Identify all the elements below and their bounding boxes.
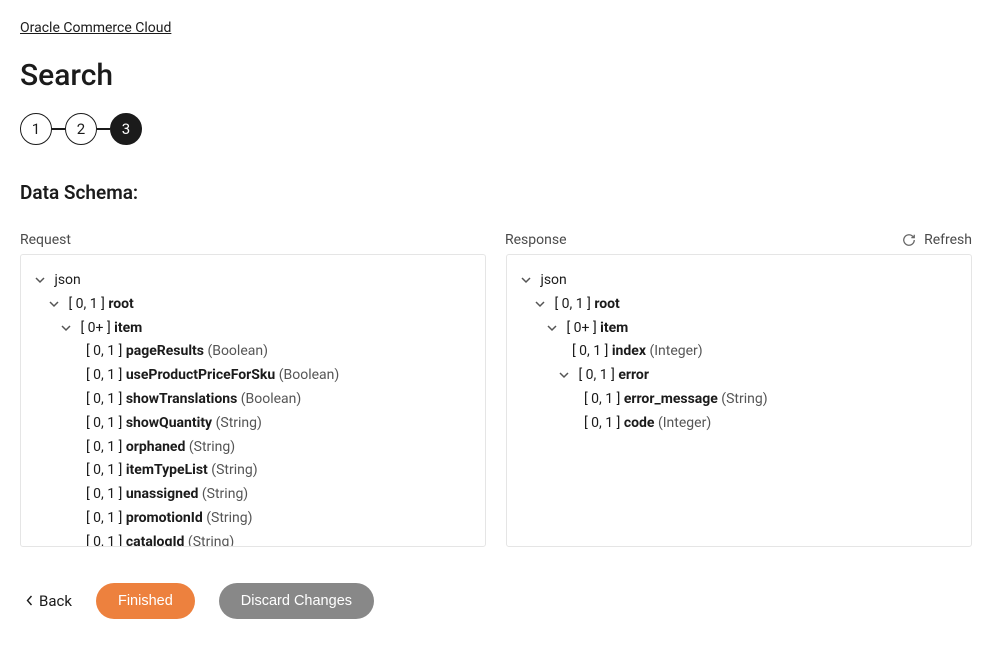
tree-field[interactable]: [ 0, 1 ] showQuantity (String) (35, 412, 471, 436)
tree-field[interactable]: [ 0, 1 ] itemTypeList (String) (35, 459, 471, 483)
step-connector (52, 128, 65, 130)
cardinality: [ 0, 1 ] (86, 534, 122, 547)
node-type: (Integer) (649, 343, 702, 359)
tree-node-json[interactable]: json (521, 269, 957, 293)
node-type: (Boolean) (207, 343, 268, 359)
chevron-down-icon (61, 323, 73, 333)
node-name: error (618, 367, 649, 383)
chevron-down-icon (49, 299, 61, 309)
tree-node-json[interactable]: json (35, 269, 471, 293)
node-name: showTranslations (126, 391, 237, 407)
cardinality: [ 0, 1 ] (86, 415, 122, 431)
node-type: (String) (206, 510, 252, 526)
breadcrumb[interactable]: Oracle Commerce Cloud (20, 20, 171, 36)
section-title: Data Schema: (20, 181, 972, 204)
cardinality: [ 0, 1 ] (578, 367, 614, 383)
chevron-down-icon (547, 323, 559, 333)
cardinality: [ 0+ ] (80, 320, 110, 336)
tree-field[interactable]: [ 0, 1 ] promotionId (String) (35, 507, 471, 531)
tree-node-error[interactable]: [ 0, 1 ] error (521, 364, 957, 388)
cardinality: [ 0+ ] (566, 320, 596, 336)
finished-button[interactable]: Finished (96, 583, 195, 619)
node-name: root (594, 296, 619, 312)
tree-field[interactable]: [ 0, 1 ] unassigned (String) (35, 483, 471, 507)
node-name: item (600, 320, 628, 336)
tree-field[interactable]: [ 0, 1 ] code (Integer) (521, 412, 957, 436)
cardinality: [ 0, 1 ] (86, 391, 122, 407)
node-name: item (114, 320, 142, 336)
chevron-down-icon (559, 370, 571, 380)
tree-node-item[interactable]: [ 0+ ] item (35, 317, 471, 341)
node-name: code (624, 415, 655, 431)
node-name: error_message (624, 391, 718, 407)
cardinality: [ 0, 1 ] (86, 486, 122, 502)
node-name: unassigned (126, 486, 199, 502)
tree-field[interactable]: [ 0, 1 ] orphaned (String) (35, 436, 471, 460)
cardinality: [ 0, 1 ] (86, 462, 122, 478)
chevron-left-icon (26, 592, 33, 610)
node-name: promotionId (126, 510, 203, 526)
step-2[interactable]: 2 (65, 113, 97, 145)
node-type: (Boolean) (279, 367, 340, 383)
tree-field[interactable]: [ 0, 1 ] useProductPriceForSku (Boolean) (35, 364, 471, 388)
tree-field[interactable]: [ 0, 1 ] catalogId (String) (35, 531, 471, 547)
tree-node-root[interactable]: [ 0, 1 ] root (35, 293, 471, 317)
tree-field[interactable]: [ 0, 1 ] error_message (String) (521, 388, 957, 412)
tree-node-item[interactable]: [ 0+ ] item (521, 317, 957, 341)
request-panel: json [ 0, 1 ] root [ 0+ ] item [ 0, 1 ] … (20, 254, 486, 547)
chevron-down-icon (535, 299, 547, 309)
refresh-button[interactable]: Refresh (902, 232, 972, 248)
node-type: (Integer) (658, 415, 711, 431)
node-type: (String) (721, 391, 767, 407)
refresh-icon (902, 233, 916, 247)
tree-field[interactable]: [ 0, 1 ] showTranslations (Boolean) (35, 388, 471, 412)
chevron-down-icon (35, 275, 47, 285)
node-type: (String) (216, 415, 262, 431)
cardinality: [ 0, 1 ] (86, 343, 122, 359)
node-name: catalogId (126, 534, 185, 547)
back-button[interactable]: Back (26, 592, 72, 610)
page-title: Search (20, 58, 972, 93)
node-type: (Boolean) (241, 391, 302, 407)
node-name: root (108, 296, 133, 312)
tree-label: json (540, 272, 566, 288)
cardinality: [ 0, 1 ] (554, 296, 590, 312)
node-type: (String) (211, 462, 257, 478)
node-type: (String) (202, 486, 248, 502)
cardinality: [ 0, 1 ] (86, 367, 122, 383)
chevron-down-icon (521, 275, 533, 285)
cardinality: [ 0, 1 ] (68, 296, 104, 312)
tree-label: json (54, 272, 80, 288)
cardinality: [ 0, 1 ] (86, 510, 122, 526)
stepper: 1 2 3 (20, 113, 972, 145)
node-name: itemTypeList (126, 462, 208, 478)
node-name: useProductPriceForSku (126, 367, 275, 383)
node-name: index (612, 343, 646, 359)
node-name: pageResults (126, 343, 204, 359)
node-type: (String) (188, 534, 234, 547)
request-label: Request (20, 232, 505, 248)
cardinality: [ 0, 1 ] (584, 415, 620, 431)
back-label: Back (39, 592, 72, 610)
node-name: orphaned (126, 439, 186, 455)
tree-field[interactable]: [ 0, 1 ] pageResults (Boolean) (35, 340, 471, 364)
step-1[interactable]: 1 (20, 113, 52, 145)
discard-button[interactable]: Discard Changes (219, 583, 374, 619)
response-panel: json [ 0, 1 ] root [ 0+ ] item [ 0, 1 ] … (506, 254, 972, 547)
cardinality: [ 0, 1 ] (86, 439, 122, 455)
cardinality: [ 0, 1 ] (572, 343, 608, 359)
tree-field-index[interactable]: [ 0, 1 ] index (Integer) (521, 340, 957, 364)
cardinality: [ 0, 1 ] (584, 391, 620, 407)
step-3[interactable]: 3 (110, 113, 142, 145)
tree-node-root[interactable]: [ 0, 1 ] root (521, 293, 957, 317)
step-connector (97, 128, 110, 130)
response-label: Response (505, 232, 567, 248)
refresh-label: Refresh (924, 232, 972, 248)
node-name: showQuantity (126, 415, 212, 431)
node-type: (String) (189, 439, 235, 455)
